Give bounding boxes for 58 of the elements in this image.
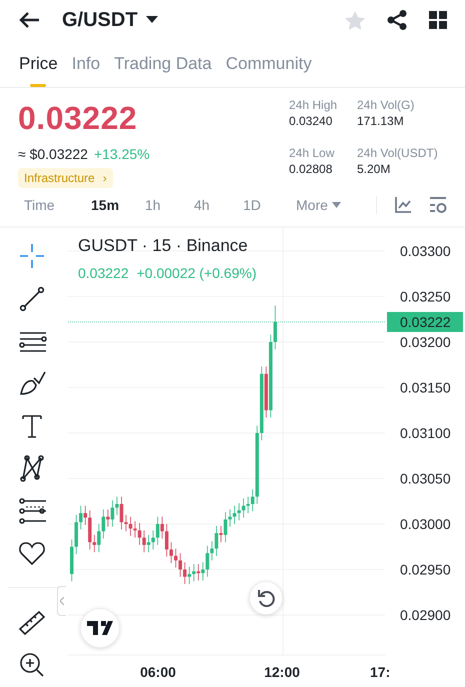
price-axis-label: 0.02950 xyxy=(400,562,451,578)
pair-title[interactable]: G/USDT xyxy=(62,5,138,35)
time-axis-label: 12:00 xyxy=(264,664,300,680)
fib-levels-icon xyxy=(18,496,48,525)
stat-value: 0.03240 xyxy=(289,114,334,130)
interval-tab[interactable]: 4h xyxy=(194,194,243,216)
last-price: 0.03222 xyxy=(18,102,138,134)
interval-tab[interactable]: 1h xyxy=(145,194,194,216)
logo-button[interactable] xyxy=(80,608,120,648)
current-price-tag: 0.03222 xyxy=(387,312,463,332)
reset-icon xyxy=(257,589,275,607)
interval-tab[interactable]: 1D xyxy=(243,194,296,216)
price-axis-label: 0.03300 xyxy=(400,243,451,259)
back-button[interactable] xyxy=(18,11,40,29)
price-change: +13.25% xyxy=(94,145,150,164)
stat-label: 24h Low xyxy=(289,146,336,162)
chart-last-price: 0.03222 xyxy=(78,264,129,282)
stat-value: 5.20M xyxy=(357,162,392,178)
interval-tab[interactable]: Time xyxy=(24,194,91,216)
tab[interactable]: Trading Data xyxy=(114,40,212,88)
price-axis-label: 0.03050 xyxy=(400,470,451,486)
price-axis-label: 0.03150 xyxy=(400,380,451,396)
collapse-handle[interactable] xyxy=(57,586,66,616)
logo-icon xyxy=(87,621,113,635)
price-axis-label: 0.03250 xyxy=(400,288,451,304)
chart-type-icon[interactable] xyxy=(395,197,411,213)
time-axis-label: 17: xyxy=(370,664,390,680)
caret-icon xyxy=(332,202,341,208)
price-axis-label: 0.03200 xyxy=(400,334,451,350)
ruler-icon xyxy=(18,608,48,636)
interval-tab[interactable]: 15m xyxy=(91,194,145,216)
grid-icon[interactable] xyxy=(429,11,447,29)
star-icon[interactable] xyxy=(345,10,365,30)
stat-label: 24h High xyxy=(289,98,338,114)
share-icon[interactable] xyxy=(387,10,407,30)
price-axis-label: 0.03000 xyxy=(400,516,451,532)
usd-price: ≈ $0.03222 xyxy=(18,145,88,164)
tab[interactable]: Price xyxy=(19,40,58,88)
time-axis-label: 06:00 xyxy=(140,664,176,680)
indicator-settings-icon[interactable] xyxy=(429,197,447,213)
dropdown-button[interactable]: More xyxy=(296,194,366,216)
caret-icon[interactable] xyxy=(146,16,158,24)
stat-label: 24h Vol(G) xyxy=(357,98,416,114)
price-axis-label: 0.03100 xyxy=(400,425,451,441)
back-arrow-icon xyxy=(18,11,40,29)
brush-icon xyxy=(18,369,48,398)
category-tag[interactable]: Infrastructure › xyxy=(18,168,113,188)
reset-button[interactable] xyxy=(249,581,283,615)
chart-title: GUSDT · 15 · Binance xyxy=(78,235,249,257)
stat-label: 24h Vol(USDT) xyxy=(357,146,439,162)
tab[interactable]: Info xyxy=(72,40,100,88)
chevron-left-icon xyxy=(60,597,64,605)
stat-value: 171.13M xyxy=(357,114,405,130)
chart-price-change: +0.00022 (+0.69%) xyxy=(136,264,256,283)
price-axis-label: 0.02900 xyxy=(400,607,451,623)
tab[interactable]: Community xyxy=(226,40,312,88)
heart-icon xyxy=(18,539,48,568)
stat-value: 0.02808 xyxy=(289,162,334,178)
